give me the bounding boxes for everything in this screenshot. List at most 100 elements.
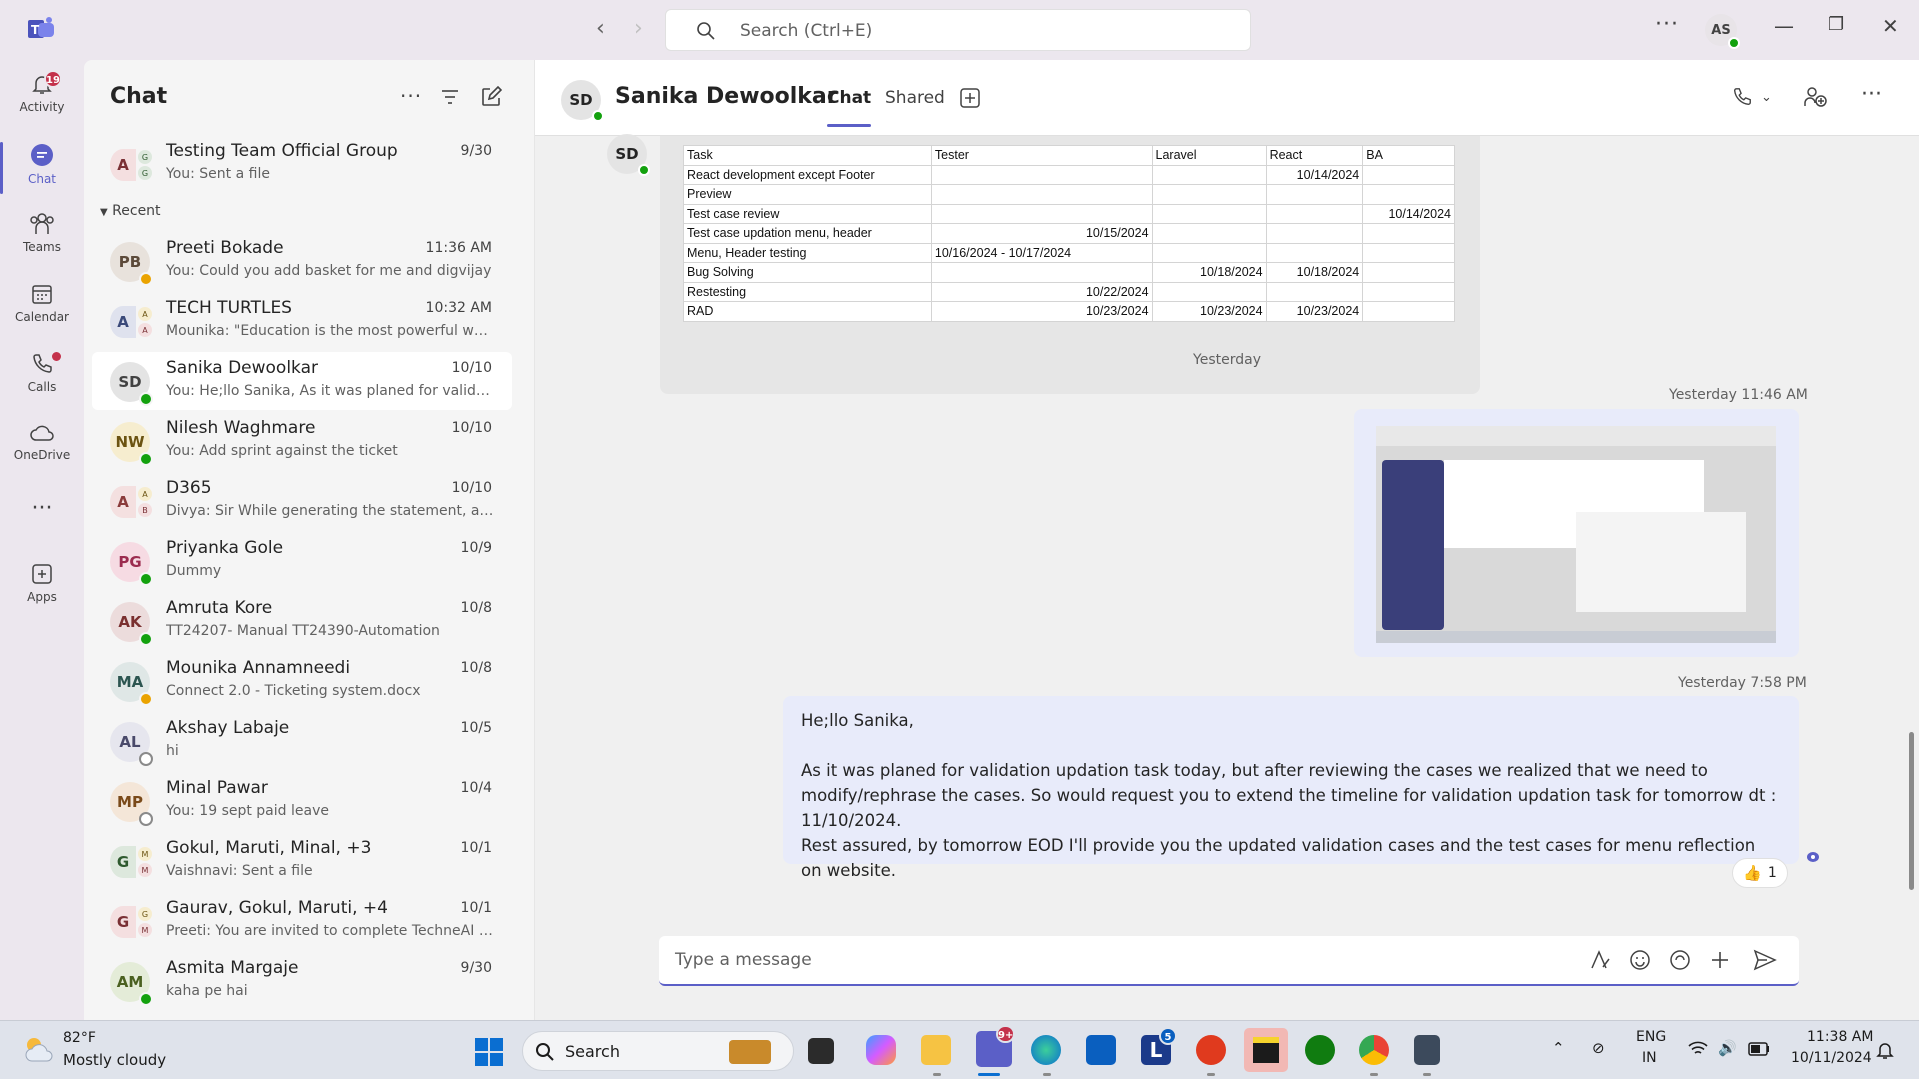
chat-time: 10/9 xyxy=(460,540,492,556)
chevron-down-icon[interactable]: ⌄ xyxy=(1761,90,1772,105)
appbar-activity[interactable]: 19 Activity xyxy=(0,66,84,130)
back-arrow-icon[interactable]: ‹ xyxy=(596,16,605,41)
header-more-icon[interactable]: ··· xyxy=(1861,82,1882,107)
loop-component-icon[interactable] xyxy=(1669,949,1691,971)
more-apps-icon[interactable]: ··· xyxy=(0,496,84,532)
format-icon[interactable] xyxy=(1589,949,1611,971)
table-header-cell: Task xyxy=(683,145,932,166)
network-off-icon[interactable]: ⊘ xyxy=(1592,1039,1605,1057)
new-chat-icon[interactable] xyxy=(480,86,502,108)
compose-box[interactable]: Type a message xyxy=(659,936,1799,986)
table-cell: 10/14/2024 xyxy=(1362,203,1455,224)
appbar-calendar[interactable]: Calendar xyxy=(0,276,84,340)
reaction-pill[interactable]: 👍 1 xyxy=(1732,858,1788,888)
chat-item[interactable]: AK Amruta Kore 10/8 TT24207- Manual TT24… xyxy=(92,592,512,650)
chat-item[interactable]: AM Asmita Margaje 9/30 kaha pe hai xyxy=(92,952,512,1010)
group-avatar: A A A xyxy=(110,302,152,342)
chat-list-pane: Chat ··· A G G Testing Team Official Gro… xyxy=(84,60,535,1020)
taskbar-search[interactable]: Search xyxy=(522,1031,794,1071)
wps-icon[interactable] xyxy=(1196,1035,1226,1065)
copilot-icon[interactable] xyxy=(866,1035,896,1065)
volume-icon[interactable]: 🔊 xyxy=(1718,1039,1737,1057)
plus-icon[interactable] xyxy=(1709,949,1731,971)
chat-item[interactable]: A A B D365 10/10 Divya: Sir While genera… xyxy=(92,472,512,530)
message-bubble[interactable]: He;llo Sanika, As it was planed for vali… xyxy=(783,696,1799,880)
file-explorer-icon[interactable] xyxy=(921,1035,951,1065)
chevron-up-icon[interactable]: ⌃ xyxy=(1552,1039,1565,1057)
weather-desc[interactable]: Mostly cloudy xyxy=(63,1051,166,1069)
chat-item[interactable]: AL Akshay Labaje 10/5 hi xyxy=(92,712,512,770)
chrome-icon[interactable] xyxy=(1359,1035,1389,1065)
contact-name[interactable]: Sanika Dewoolkar xyxy=(615,84,838,109)
table-header-cell: Tester xyxy=(930,145,1153,166)
edge-icon[interactable] xyxy=(1031,1035,1061,1065)
add-people-icon[interactable] xyxy=(1803,86,1827,108)
wifi-icon[interactable] xyxy=(1688,1041,1708,1057)
chat-item[interactable]: NW Nilesh Waghmare 10/10 You: Add sprint… xyxy=(92,412,512,470)
weather-cloud-icon[interactable] xyxy=(22,1035,56,1063)
chat-item[interactable]: G M M Gokul, Maruti, Minal, +3 10/1 Vais… xyxy=(92,832,512,890)
search-box[interactable]: Search (Ctrl+E) xyxy=(665,9,1251,51)
add-tab-icon[interactable] xyxy=(960,88,980,108)
calculator-icon[interactable] xyxy=(1414,1035,1440,1065)
tab-shared[interactable]: Shared xyxy=(885,88,945,108)
running-indicator xyxy=(1043,1073,1051,1076)
group-avatar: G G M xyxy=(110,902,152,942)
call-icon[interactable] xyxy=(1731,86,1753,108)
windows-start-icon[interactable] xyxy=(474,1037,504,1067)
emoji-icon[interactable] xyxy=(1629,949,1651,971)
chat-name: Preeti Bokade xyxy=(166,238,284,258)
teams-logo-icon[interactable]: T xyxy=(28,17,56,41)
chat-item[interactable]: MP Minal Pawar 10/4 You: 19 sept paid le… xyxy=(92,772,512,830)
minimize-icon[interactable]: — xyxy=(1774,14,1794,38)
filter-icon[interactable] xyxy=(440,88,460,106)
table-cell xyxy=(930,203,1153,224)
appbar-calls[interactable]: Calls xyxy=(0,346,84,410)
weather-temp[interactable]: 82°F xyxy=(63,1030,96,1046)
forward-arrow-icon[interactable]: › xyxy=(634,16,643,41)
activity-badge: 19 xyxy=(44,70,62,88)
recent-label: Recent xyxy=(112,203,161,219)
table-row: Restesting 10/22/2024 xyxy=(683,281,1455,302)
chat-item-pinned[interactable]: A G G Testing Team Official Group 9/30 Y… xyxy=(92,135,512,193)
more-options-icon[interactable]: ··· xyxy=(1655,12,1679,37)
xbox-icon[interactable] xyxy=(1305,1035,1335,1065)
screenshot-image-message[interactable] xyxy=(1354,409,1799,657)
battery-icon[interactable] xyxy=(1748,1042,1770,1056)
table-header-cell: Laravel xyxy=(1151,145,1267,166)
sticky-notes-active[interactable] xyxy=(1244,1028,1288,1072)
teams-taskbar-icon[interactable]: 9+ xyxy=(976,1025,1016,1067)
conversation-scrollbar[interactable] xyxy=(1909,732,1914,890)
language-region[interactable]: IN xyxy=(1642,1050,1657,1066)
chat-item[interactable]: MA Mounika Annamneedi 10/8 Connect 2.0 -… xyxy=(92,652,512,710)
language-code[interactable]: ENG xyxy=(1636,1029,1666,1045)
recent-section-header[interactable]: ▼ Recent xyxy=(100,203,161,219)
clock-time[interactable]: 11:38 AM xyxy=(1807,1029,1873,1045)
contact-avatar[interactable]: SD xyxy=(561,80,604,122)
chat-item[interactable]: G G M Gaurav, Gokul, Maruti, +4 10/1 Pre… xyxy=(92,892,512,950)
cloud-icon xyxy=(30,425,54,441)
sender-avatar[interactable]: SD xyxy=(607,134,650,176)
chat-item[interactable]: SD Sanika Dewoolkar 10/10 You: He;llo Sa… xyxy=(92,352,512,410)
chat-list-scroll[interactable]: A G G Testing Team Official Group 9/30 Y… xyxy=(84,135,535,1020)
send-icon[interactable] xyxy=(1753,949,1777,971)
chat-item[interactable]: A A A TECH TURTLES 10:32 AM Mounika: "Ed… xyxy=(92,292,512,350)
chat-item[interactable]: PG Priyanka Gole 10/9 Dummy xyxy=(92,532,512,590)
restore-icon[interactable]: ❐ xyxy=(1828,14,1844,35)
clock-date[interactable]: 10/11/2024 xyxy=(1791,1050,1872,1066)
appbar-chat[interactable]: Chat xyxy=(0,136,84,200)
close-icon[interactable]: ✕ xyxy=(1882,14,1899,38)
appbar-onedrive[interactable]: OneDrive xyxy=(0,416,84,480)
chat-time: 11:36 AM xyxy=(425,240,492,256)
chat-item[interactable]: PB Preeti Bokade 11:36 AM You: Could you… xyxy=(92,232,512,290)
task-view-icon[interactable] xyxy=(808,1038,834,1064)
user-avatar[interactable]: AS xyxy=(1705,14,1740,49)
group-avatar: A G G xyxy=(110,145,152,185)
appbar-apps[interactable]: Apps xyxy=(0,556,84,620)
l-app-icon[interactable]: L5 xyxy=(1141,1027,1177,1065)
appbar-teams[interactable]: Teams xyxy=(0,206,84,270)
chat-list-more-icon[interactable]: ··· xyxy=(400,84,422,108)
notification-bell-icon[interactable] xyxy=(1876,1040,1894,1060)
tab-chat[interactable]: Chat xyxy=(827,88,872,127)
store-icon[interactable] xyxy=(1086,1035,1116,1065)
